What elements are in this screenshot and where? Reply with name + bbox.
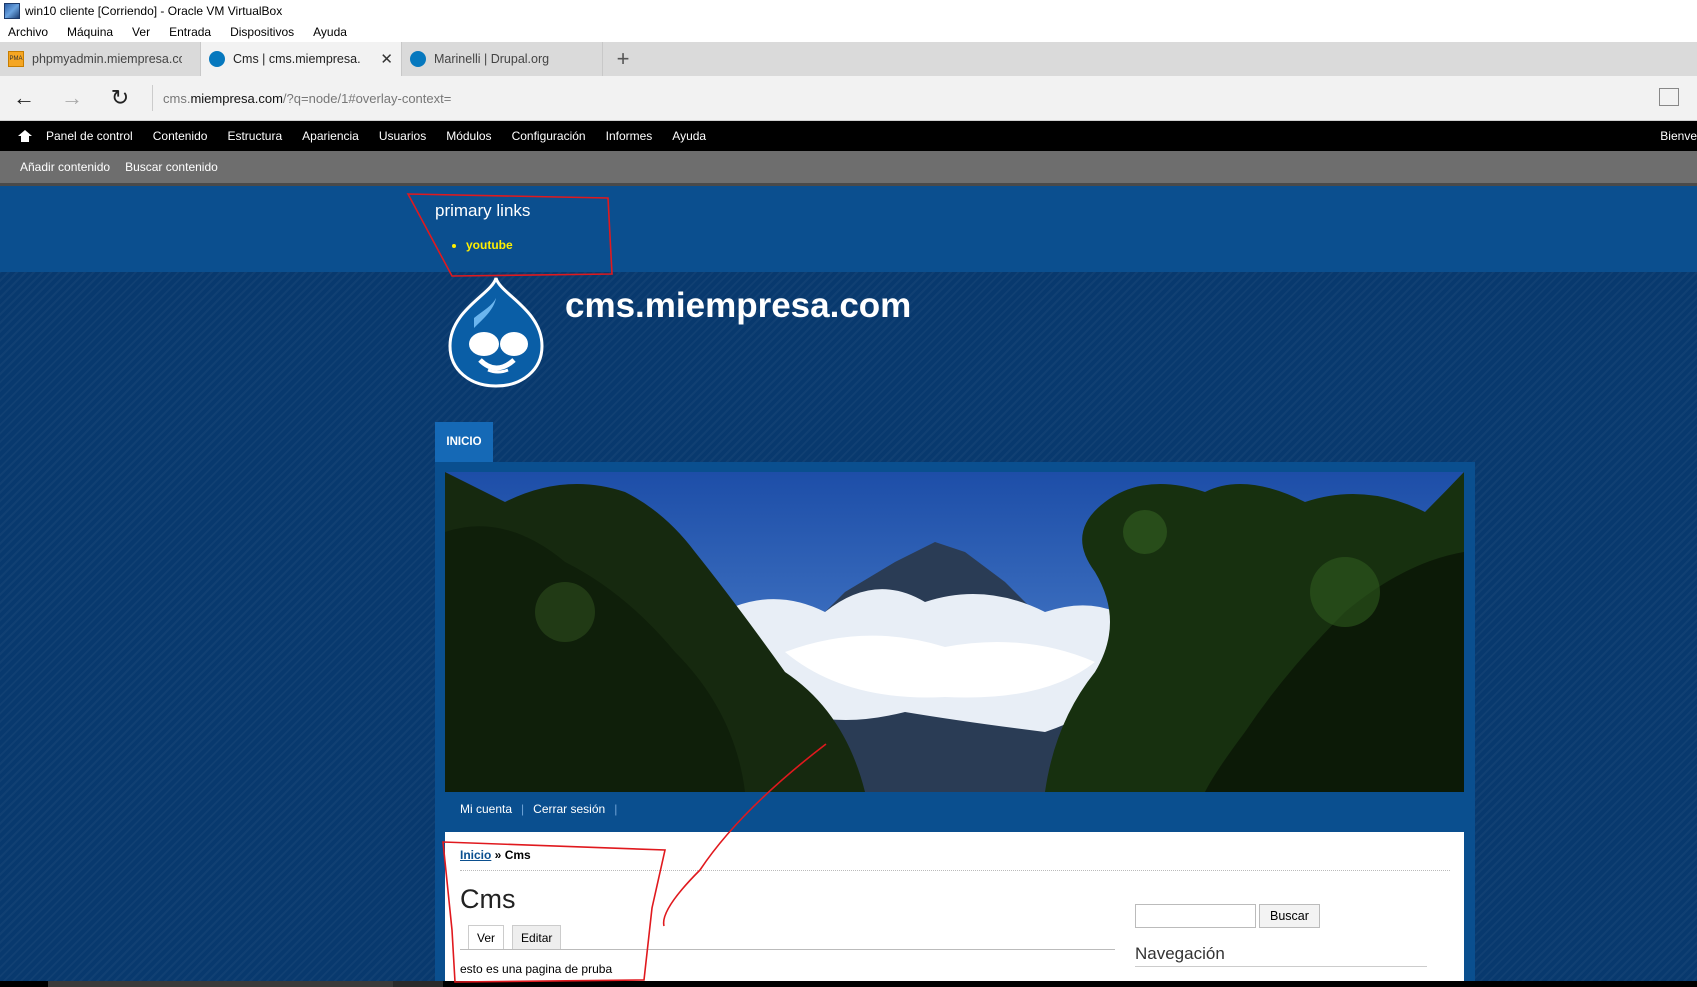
site-name[interactable]: cms.miempresa.com bbox=[565, 286, 911, 326]
browser-tab-strip: PMA phpmyadmin.miempresa.cor Cms | cms.m… bbox=[0, 42, 1697, 76]
taskbar-segment bbox=[48, 981, 393, 987]
tab-ver[interactable]: Ver bbox=[468, 925, 505, 949]
page-title: Cms bbox=[460, 884, 516, 914]
toolbar-estructura[interactable]: Estructura bbox=[227, 129, 282, 143]
toolbar-apariencia[interactable]: Apariencia bbox=[302, 129, 359, 143]
header-banner-image bbox=[445, 472, 1464, 792]
breadcrumb-divider bbox=[460, 870, 1450, 871]
local-tasks: Ver Editar bbox=[468, 925, 569, 949]
breadcrumb: Inicio » Cms bbox=[460, 848, 531, 862]
tab-label: phpmyadmin.miempresa.cor bbox=[32, 52, 182, 66]
virtualbox-icon bbox=[4, 3, 20, 19]
main-content-area: Inicio » Cms Cms Ver Editar esto es una … bbox=[445, 832, 1464, 981]
browser-tab-phpmyadmin[interactable]: PMA phpmyadmin.miempresa.cor bbox=[0, 42, 201, 76]
shortcut-buscar-contenido[interactable]: Buscar contenido bbox=[125, 160, 218, 174]
breadcrumb-inicio-link[interactable]: Inicio bbox=[460, 848, 491, 862]
secondary-links: Mi cuenta | Cerrar sesión | bbox=[460, 802, 626, 816]
reading-view-icon[interactable] bbox=[1659, 88, 1679, 106]
vm-menu-maquina[interactable]: Máquina bbox=[67, 25, 113, 39]
vm-menubar: Archivo Máquina Ver Entrada Dispositivos… bbox=[0, 22, 1697, 42]
search-input[interactable] bbox=[1135, 904, 1256, 928]
drupal-shortcuts-bar: Añadir contenido Buscar contenido bbox=[0, 151, 1697, 186]
toolbar-modulos[interactable]: Módulos bbox=[446, 129, 491, 143]
site-page: primary links youtube cms.miempresa.com … bbox=[0, 186, 1697, 981]
browser-tab-marinelli[interactable]: Marinelli | Drupal.org bbox=[402, 42, 603, 76]
toolbar-panel-de-control[interactable]: Panel de control bbox=[46, 129, 133, 143]
tabs-divider bbox=[460, 949, 1115, 950]
drupal-logo[interactable] bbox=[444, 276, 548, 388]
taskbar-segment bbox=[393, 981, 443, 987]
navigation-divider bbox=[1135, 966, 1427, 967]
toolbar-configuracion[interactable]: Configuración bbox=[512, 129, 586, 143]
vm-window-titlebar: win10 cliente [Corriendo] - Oracle VM Vi… bbox=[0, 0, 1697, 22]
close-tab-icon[interactable]: ✕ bbox=[380, 50, 393, 68]
vm-window-title: win10 cliente [Corriendo] - Oracle VM Vi… bbox=[25, 4, 283, 18]
address-bar: ← → ↻ cms.miempresa.com/?q=node/1#overla… bbox=[0, 76, 1697, 121]
primary-links-title: primary links bbox=[435, 201, 531, 220]
secondary-link-cerrar-sesion[interactable]: Cerrar sesión bbox=[533, 802, 605, 816]
vm-menu-ver[interactable]: Ver bbox=[132, 25, 150, 39]
toolbar-informes[interactable]: Informes bbox=[606, 129, 653, 143]
phpmyadmin-icon: PMA bbox=[8, 51, 24, 67]
main-menu-inicio[interactable]: INICIO bbox=[435, 422, 493, 462]
toolbar-usuarios[interactable]: Usuarios bbox=[379, 129, 426, 143]
search-block: Buscar bbox=[1135, 904, 1320, 928]
home-icon[interactable] bbox=[18, 130, 32, 142]
address-separator bbox=[152, 85, 153, 111]
vm-menu-ayuda[interactable]: Ayuda bbox=[313, 25, 347, 39]
link-separator: | bbox=[614, 802, 618, 816]
toolbar-ayuda[interactable]: Ayuda bbox=[672, 129, 706, 143]
new-tab-button[interactable]: + bbox=[603, 42, 643, 76]
tab-editar[interactable]: Editar bbox=[512, 925, 562, 949]
tab-label: Cms | cms.miempresa.cc bbox=[233, 52, 361, 66]
navigation-block-title: Navegación bbox=[1135, 944, 1225, 963]
content-frame: Mi cuenta | Cerrar sesión | Inicio » Cms Cm… bbox=[435, 462, 1475, 981]
primary-link-youtube[interactable]: youtube bbox=[466, 238, 513, 252]
url-field[interactable]: cms.miempresa.com/?q=node/1#overlay-cont… bbox=[163, 91, 451, 106]
node-body: esto es una pagina de pruba bbox=[460, 962, 613, 976]
back-button[interactable]: ← bbox=[0, 76, 48, 121]
shortcut-anadir-contenido[interactable]: Añadir contenido bbox=[20, 160, 110, 174]
tab-label: Marinelli | Drupal.org bbox=[434, 52, 550, 66]
toolbar-contenido[interactable]: Contenido bbox=[153, 129, 208, 143]
breadcrumb-current: Cms bbox=[504, 848, 531, 862]
link-separator: | bbox=[521, 802, 525, 816]
vm-menu-entrada[interactable]: Entrada bbox=[169, 25, 211, 39]
search-button[interactable]: Buscar bbox=[1259, 904, 1320, 928]
taskbar-strip bbox=[0, 981, 1697, 987]
drupal-icon bbox=[209, 51, 225, 67]
vm-menu-archivo[interactable]: Archivo bbox=[8, 25, 48, 39]
toolbar-welcome: Bienve bbox=[1660, 129, 1697, 143]
drupal-icon bbox=[410, 51, 426, 67]
vm-menu-dispositivos[interactable]: Dispositivos bbox=[230, 25, 294, 39]
header-band bbox=[0, 186, 1697, 272]
browser-tab-cms[interactable]: Cms | cms.miempresa.cc ✕ bbox=[201, 42, 402, 76]
drupal-admin-toolbar: Panel de control Contenido Estructura Ap… bbox=[0, 121, 1697, 151]
forward-button[interactable]: → bbox=[48, 76, 96, 121]
secondary-link-mi-cuenta[interactable]: Mi cuenta bbox=[460, 802, 512, 816]
primary-links-list: youtube bbox=[466, 238, 513, 252]
refresh-button[interactable]: ↻ bbox=[96, 76, 144, 121]
